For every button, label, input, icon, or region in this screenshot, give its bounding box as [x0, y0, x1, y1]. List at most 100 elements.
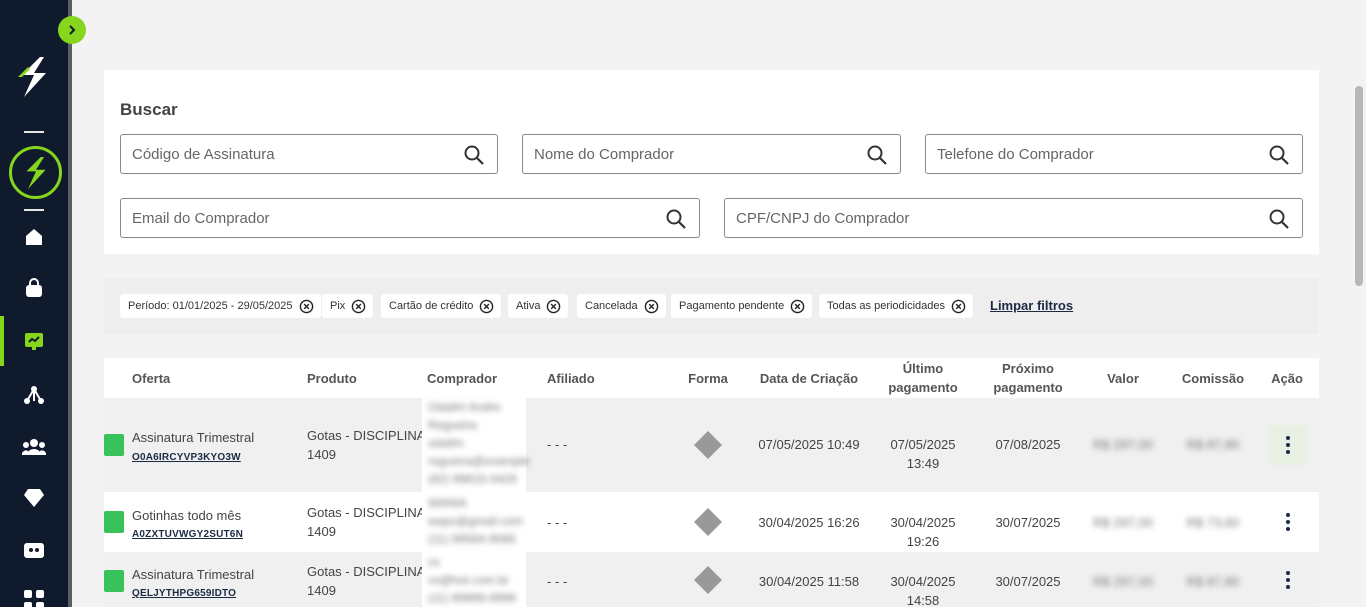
status-indicator: [104, 570, 124, 592]
level-badge[interactable]: [9, 146, 62, 199]
value-amount: R$ 297,00: [1093, 437, 1153, 452]
pix-icon: [694, 431, 722, 459]
close-circle-icon[interactable]: [644, 299, 659, 314]
search-icon[interactable]: [1268, 144, 1290, 166]
buyer-cell: WANIA waps@gmail.com (11) 99584-9066: [422, 492, 526, 552]
created-date: 30/04/2025 11:58: [758, 574, 860, 589]
close-circle-icon[interactable]: [546, 299, 561, 314]
filter-chip-label: Pagamento pendente: [679, 300, 785, 312]
close-circle-icon[interactable]: [479, 299, 494, 314]
table-row[interactable]: Assinatura Trimestral O0A6IRCYVP3KYO3W G…: [104, 398, 1319, 492]
buyer-cell: vs vs@hot.com.br (11) 99999-9999: [422, 552, 526, 607]
more-vertical-icon: [1286, 513, 1290, 531]
network-icon[interactable]: [22, 383, 46, 407]
last-payment-date: 30/04/2025 14:58: [890, 574, 956, 607]
commission-amount: R$ 87,80: [1186, 437, 1240, 452]
buyer-info: Odailm Andre Regueira odailm regueira@examp…: [428, 400, 530, 486]
table-row[interactable]: Gotinhas todo mês A0ZXTUVWGY2SUT6N Gotas…: [104, 492, 1319, 552]
status-indicator: [104, 434, 124, 456]
subscription-code-link[interactable]: A0ZXTUVWGY2SUT6N: [132, 525, 243, 544]
filter-chip-label: Cancelada: [585, 300, 638, 312]
search-card: Buscar: [104, 70, 1319, 254]
product-name: Gotas - DISCIPLINA 1409: [307, 428, 426, 462]
commission-amount: R$ 87,80: [1186, 574, 1240, 589]
column-header-action: Ação: [1271, 370, 1303, 386]
column-header-last-payment[interactable]: Último pagamento: [873, 358, 973, 398]
buyer-phone-field[interactable]: [925, 134, 1303, 174]
column-header-buyer[interactable]: Comprador: [427, 358, 537, 398]
column-header-commission[interactable]: Comissão: [1173, 358, 1253, 398]
buyer-info: WANIA waps@gmail.com (11) 99584-9066: [428, 496, 523, 546]
bag-icon[interactable]: [22, 276, 46, 300]
value-amount: R$ 297,00: [1093, 574, 1153, 589]
buyer-name-field[interactable]: [522, 134, 901, 174]
affiliate-value: - - -: [547, 515, 568, 530]
offer-name: Assinatura Trimestral: [132, 567, 255, 582]
buyer-name-input[interactable]: [523, 135, 900, 173]
sidebar: [0, 0, 68, 607]
filter-chip-period: Período: 01/01/2025 - 29/05/2025: [120, 294, 321, 318]
brand-logo[interactable]: [14, 55, 54, 99]
card-icon[interactable]: [22, 538, 46, 562]
offer-name: Gotinhas todo mês: [132, 508, 242, 523]
more-vertical-icon: [1286, 436, 1290, 454]
offer-name: Assinatura Trimestral: [132, 430, 255, 445]
search-icon[interactable]: [665, 208, 687, 230]
buyer-document-input[interactable]: [725, 199, 1302, 237]
column-header-value[interactable]: Valor: [1093, 358, 1153, 398]
row-actions-button[interactable]: [1268, 502, 1308, 542]
page-scrollbar[interactable]: [1352, 0, 1366, 607]
clear-filters-link[interactable]: Limpar filtros: [990, 298, 1073, 313]
product-name: Gotas - DISCIPLINA 1409: [307, 505, 426, 539]
active-filters-bar: Período: 01/01/2025 - 29/05/2025 Pix Car…: [104, 278, 1319, 334]
home-icon[interactable]: [22, 225, 46, 249]
row-actions-button[interactable]: [1268, 560, 1308, 600]
sidebar-toggle-button[interactable]: [58, 16, 86, 44]
search-icon[interactable]: [463, 144, 485, 166]
affiliate-value: - - -: [547, 574, 568, 589]
buyer-document-field[interactable]: [724, 198, 1303, 238]
column-header-method[interactable]: Forma: [678, 358, 738, 398]
filter-chip-label: Cartão de crédito: [389, 300, 474, 312]
pix-icon: [694, 508, 722, 536]
table-row[interactable]: Assinatura Trimestral QELJYTHPG659IDTO G…: [104, 552, 1319, 607]
product-name: Gotas - DISCIPLINA 1409: [307, 564, 426, 598]
column-header-affiliate[interactable]: Afiliado: [547, 358, 657, 398]
scrollbar-thumb[interactable]: [1355, 86, 1363, 286]
filter-chip-label: Ativa: [516, 300, 541, 312]
close-circle-icon[interactable]: [951, 299, 966, 314]
subscription-icon[interactable]: [22, 329, 46, 353]
search-icon[interactable]: [866, 144, 888, 166]
row-actions-button[interactable]: [1268, 425, 1308, 465]
buyer-phone-input[interactable]: [926, 135, 1302, 173]
affiliate-value: - - -: [547, 437, 568, 452]
column-header-product[interactable]: Produto: [307, 358, 417, 398]
search-icon[interactable]: [1268, 208, 1290, 230]
next-payment-date: 07/08/2025: [995, 437, 1061, 452]
buyer-email-input[interactable]: [121, 199, 699, 237]
users-icon[interactable]: [22, 435, 46, 459]
subscription-code-field[interactable]: [120, 134, 498, 174]
diamond-icon[interactable]: [22, 486, 46, 510]
last-payment-date: 30/04/2025 19:26: [890, 515, 956, 549]
column-header-offer[interactable]: Oferta: [132, 358, 282, 398]
value-amount: R$ 297,00: [1093, 515, 1153, 530]
column-header-created[interactable]: Data de Criação: [754, 358, 864, 398]
chevron-right-icon: [69, 25, 76, 35]
close-circle-icon[interactable]: [299, 299, 314, 314]
buyer-email-field[interactable]: [120, 198, 700, 238]
close-circle-icon[interactable]: [790, 299, 805, 314]
sidebar-edge: [68, 0, 72, 607]
filter-chip-label: Todas as periodicidades: [827, 300, 946, 312]
subscription-code-input[interactable]: [121, 135, 497, 173]
column-header-next-payment[interactable]: Próximo pagamento: [978, 358, 1078, 398]
filter-chip-pix: Pix: [322, 294, 374, 318]
next-payment-date: 30/07/2025: [995, 574, 1061, 589]
next-payment-date: 30/07/2025: [995, 515, 1061, 530]
subscription-code-link[interactable]: O0A6IRCYVP3KYO3W: [132, 448, 241, 467]
last-payment-date: 07/05/2025 13:49: [890, 437, 956, 471]
subscription-code-link[interactable]: QELJYTHPG659IDTO: [132, 584, 236, 603]
filter-chip-credit-card: Cartão de crédito: [381, 294, 502, 318]
close-circle-icon[interactable]: [351, 299, 366, 314]
apps-icon[interactable]: [22, 588, 46, 607]
